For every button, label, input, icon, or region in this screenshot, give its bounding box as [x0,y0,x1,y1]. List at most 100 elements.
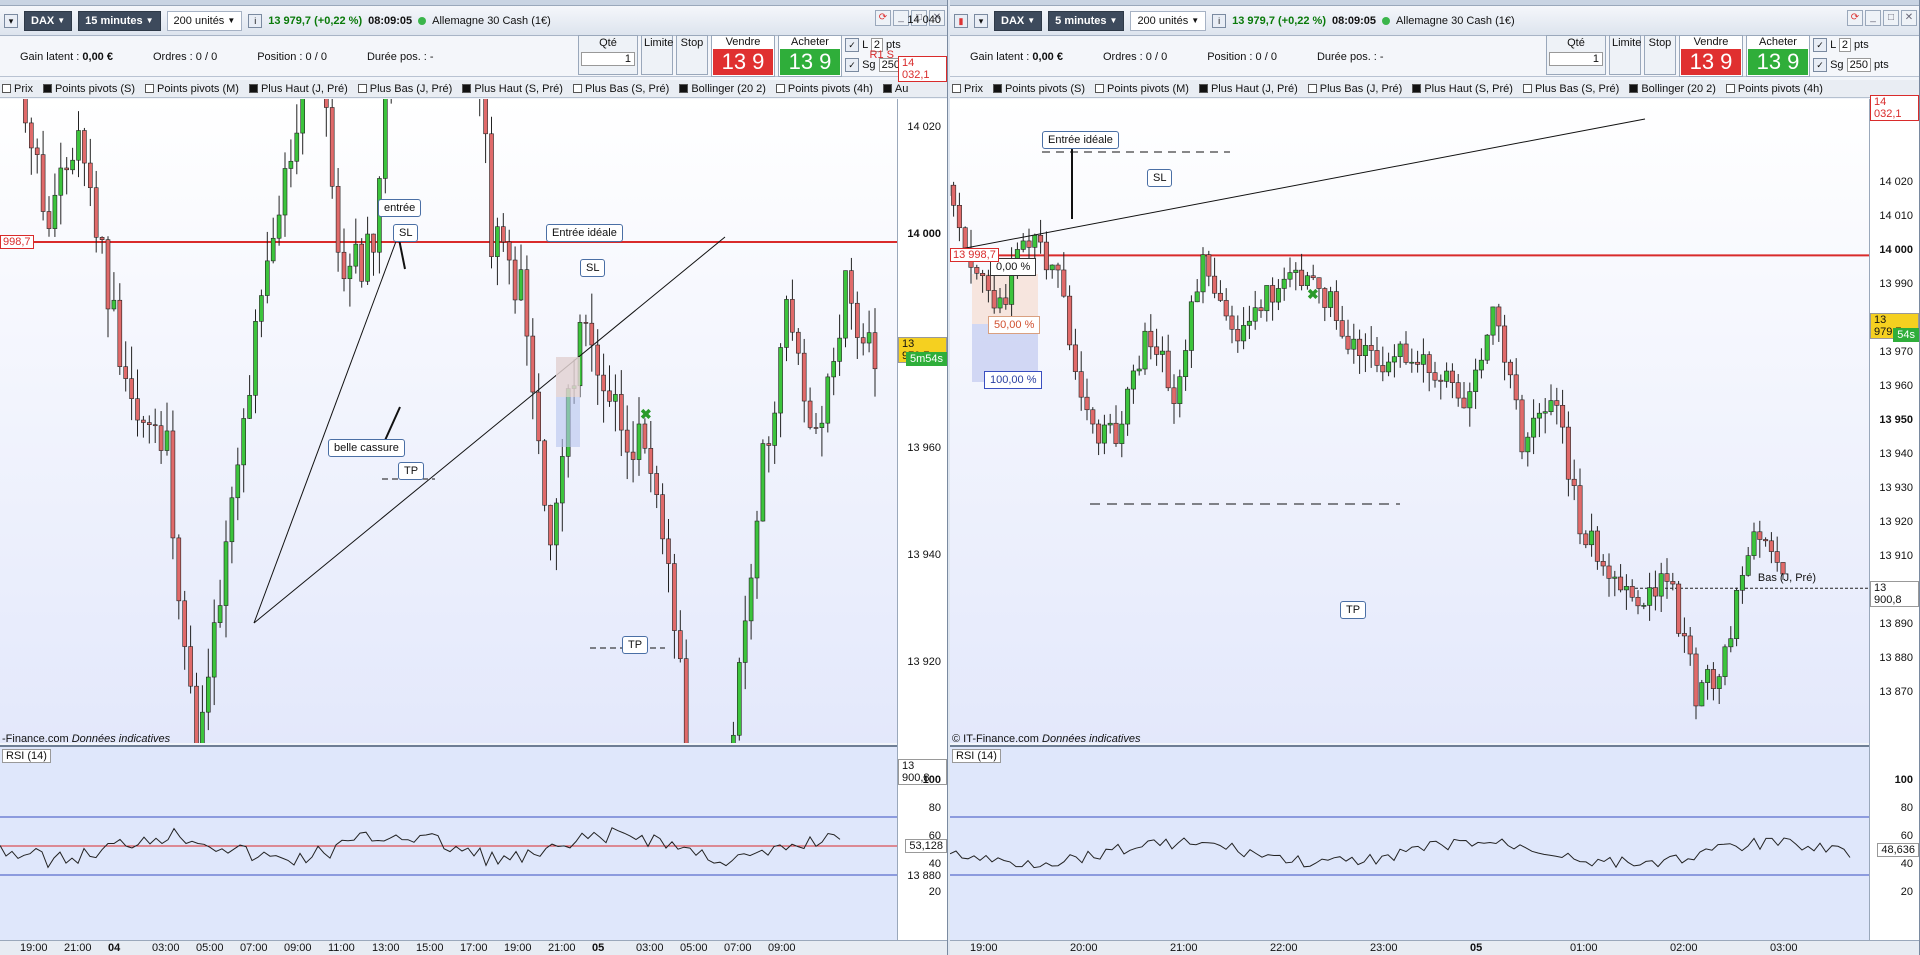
sell-button[interactable]: Vendre13 9 78,7 [711,35,775,100]
minimize-icon[interactable]: _ [1865,10,1881,26]
candle [1612,576,1618,579]
candle [1687,635,1693,655]
candle [683,658,689,773]
candle [601,374,606,392]
time-label: 01:00 [1570,942,1598,954]
indicator-toggle[interactable]: Plus Bas (J, Pré) [357,83,452,95]
y-axis[interactable]: 14 020 14 010 14 000 13 990 13 970 13 960 13 9… [1869,95,1919,940]
candle [1647,587,1653,606]
window-menu-icon[interactable]: ▮ [954,13,968,28]
y-axis[interactable]: 14 06014 04014 02014 00013 96013 94013 9… [897,14,947,940]
sg-label: Sg [1830,59,1844,71]
rsi-label: RSI (14) [2,749,51,763]
check-sg-icon[interactable]: ✓ [845,58,859,72]
candle [1693,653,1699,707]
indicator-label: Plus Haut (S, Pré) [474,82,563,95]
indicator-label: Points pivots (S) [1004,82,1086,95]
stop-button[interactable]: Stop [676,35,708,75]
candle [1159,350,1165,355]
candle [1507,361,1513,376]
indicator-label: Points pivots (M) [157,82,239,95]
indicator-toggle[interactable]: Plus Haut (J, Pré) [1198,83,1298,95]
instrument-select[interactable]: DAX ▼ [24,10,73,31]
time-axis[interactable]: 19:00 20:00 21:00 22:00 23:00 05 01:00 02:00 03:… [950,940,1919,955]
indicator-label: Plus Bas (S, Pré) [1534,82,1620,95]
check-l-icon[interactable]: ✓ [845,38,859,52]
orders-label: Ordres : [1102,50,1143,63]
pts2-input[interactable]: 250 [1846,58,1871,72]
window-menu-icon[interactable]: ▾ [974,13,988,28]
candle [1722,646,1728,677]
timeframe-select[interactable]: 15 minutes ▼ [78,10,161,31]
candle [1415,361,1421,365]
stop-button[interactable]: Stop [1644,35,1676,75]
info-icon[interactable]: i [1212,13,1227,28]
candle [46,211,52,229]
indicator-toggle[interactable]: Points pivots (M) [145,83,239,95]
candle [300,84,306,134]
close-icon[interactable]: ✕ [1901,10,1917,26]
price-chart[interactable]: ✖ entrée SL Entrée idéale SL belle cassu… [0,0,898,917]
window-menu-icon[interactable]: ▾ [4,13,18,28]
candle [247,395,252,419]
candle [624,429,630,453]
buy-button[interactable]: Acheter13 9 80,7 [1746,35,1810,100]
candle [1577,485,1583,535]
candle [1171,387,1177,404]
time-axis[interactable]: 19:00 21:00 04 03:00 05:00 07:00 09:00 11:00 13:… [0,940,947,955]
orders-of: / 0 [1154,50,1168,63]
candle [323,73,329,108]
time-label: 09:00 [284,942,312,954]
candle [1536,412,1542,419]
units-select[interactable]: 200 unités ▼ [1130,10,1207,31]
candle [1583,533,1589,546]
indicator-toggle[interactable]: Points pivots (S) [42,83,135,95]
timeframe-select[interactable]: 5 minutes ▼ [1048,10,1125,31]
indicator-toggle[interactable]: Bollinger (20 2) [679,83,766,95]
pts-controls: ✓ L 2 pts ✓ Sg 250 pts [1813,35,1889,75]
rsi-tick-label: 40 [928,858,941,870]
candle [1246,320,1252,326]
y-tick-label: 13 910 [1879,550,1913,562]
units-select[interactable]: 200 unités ▼ [166,10,243,31]
indicator-toggle[interactable]: Prix [2,83,33,95]
checkbox-icon [992,84,1002,93]
indicator-toggle[interactable]: Plus Haut (J, Pré) [248,83,348,95]
time-label: 04 [108,942,121,954]
qty-input[interactable]: 1 [1549,52,1603,66]
check-l-icon[interactable]: ✓ [1813,38,1827,52]
indicator-toggle[interactable]: Plus Bas (S, Pré) [572,83,669,95]
rsi-panel[interactable]: RSI (14) [950,745,1870,940]
price-chart[interactable]: ✖ Entrée idéale SL TP 0,00 % 50,00 % 100… [950,99,1870,745]
candle [985,275,991,291]
indicator-toggle[interactable]: Bollinger (20 2) [1629,83,1716,95]
candle [1351,338,1357,350]
position-of: / 0 [1264,50,1277,63]
buy-button[interactable]: Acheter13 9 80,7 [778,35,842,100]
indicator-toggle[interactable]: Plus Haut (S, Pré) [462,83,563,95]
pts1-input[interactable]: 2 [1838,38,1851,52]
limit-button[interactable]: Limite [1609,35,1641,75]
sync-icon[interactable]: ⟳ [875,10,891,26]
check-sg-icon[interactable]: ✓ [1813,58,1827,72]
indicator-toggle[interactable]: Prix [952,83,983,95]
indicator-toggle[interactable]: Points pivots (4h) [775,83,873,95]
indicator-toggle[interactable]: Points pivots (M) [1095,83,1189,95]
limit-button[interactable]: Limite [641,35,673,75]
sync-icon[interactable]: ⟳ [1847,10,1863,26]
indicator-toggle[interactable]: Plus Haut (S, Pré) [1412,83,1513,95]
instrument-select[interactable]: DAX ▼ [994,10,1043,31]
checkbox-icon [952,84,961,93]
indicator-toggle[interactable]: Au [882,83,908,95]
info-icon[interactable]: i [248,13,263,28]
candle [1623,586,1629,591]
checkbox-icon [1307,84,1317,93]
qty-input[interactable]: 1 [581,52,635,66]
sell-button[interactable]: Vendre13 9 78,7 [1679,35,1743,100]
indicator-toggle[interactable]: Plus Bas (S, Pré) [1522,82,1620,95]
indicator-toggle[interactable]: Points pivots (4h) [1725,83,1823,95]
maximize-icon[interactable]: □ [1883,10,1899,26]
indicator-toggle[interactable]: Plus Bas (J, Pré) [1307,83,1402,95]
rsi-panel[interactable]: RSI (14) [0,745,898,940]
indicator-toggle[interactable]: Points pivots (S) [992,82,1086,95]
